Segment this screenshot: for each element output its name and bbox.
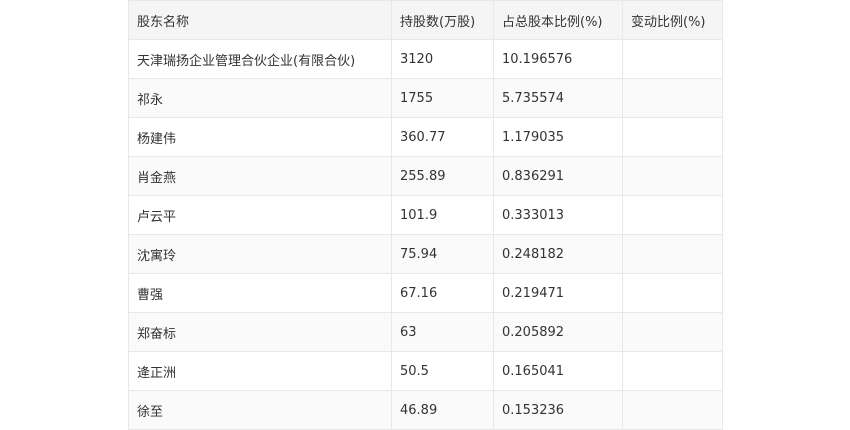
shareholder-table: 股东名称 持股数(万股) 占总股本比例(%) 变动比例(%) 天津瑞扬企业管理合…	[128, 0, 723, 430]
cell-change-ratio	[622, 195, 723, 235]
cell-shares-held: 75.94	[391, 234, 494, 274]
cell-shares-held: 101.9	[391, 195, 494, 235]
header-share-ratio: 占总股本比例(%)	[493, 0, 623, 40]
table-row: 郑奋标 63 0.205892	[128, 312, 723, 352]
cell-change-ratio	[622, 78, 723, 118]
cell-change-ratio	[622, 117, 723, 157]
header-shareholder-name: 股东名称	[128, 0, 392, 40]
cell-share-ratio: 0.219471	[493, 273, 623, 313]
cell-share-ratio: 1.179035	[493, 117, 623, 157]
cell-shareholder-name: 曹强	[128, 273, 392, 313]
cell-share-ratio: 0.836291	[493, 156, 623, 196]
cell-shareholder-name: 郑奋标	[128, 312, 392, 352]
table-header-row: 股东名称 持股数(万股) 占总股本比例(%) 变动比例(%)	[128, 0, 723, 40]
cell-share-ratio: 0.153236	[493, 390, 623, 430]
header-change-ratio: 变动比例(%)	[622, 0, 723, 40]
cell-shareholder-name: 天津瑞扬企业管理合伙企业(有限合伙)	[128, 39, 392, 79]
cell-shares-held: 255.89	[391, 156, 494, 196]
table-row: 天津瑞扬企业管理合伙企业(有限合伙) 3120 10.196576	[128, 39, 723, 79]
cell-shareholder-name: 祁永	[128, 78, 392, 118]
cell-change-ratio	[622, 351, 723, 391]
cell-change-ratio	[622, 273, 723, 313]
table-row: 曹强 67.16 0.219471	[128, 273, 723, 313]
table-row: 沈寓玲 75.94 0.248182	[128, 234, 723, 274]
table-row: 徐至 46.89 0.153236	[128, 390, 723, 430]
cell-shares-held: 360.77	[391, 117, 494, 157]
table-row: 祁永 1755 5.735574	[128, 78, 723, 118]
cell-shares-held: 1755	[391, 78, 494, 118]
cell-shares-held: 63	[391, 312, 494, 352]
table-row: 杨建伟 360.77 1.179035	[128, 117, 723, 157]
cell-shareholder-name: 沈寓玲	[128, 234, 392, 274]
cell-shares-held: 46.89	[391, 390, 494, 430]
cell-shareholder-name: 逄正洲	[128, 351, 392, 391]
cell-change-ratio	[622, 39, 723, 79]
cell-shareholder-name: 杨建伟	[128, 117, 392, 157]
cell-share-ratio: 0.333013	[493, 195, 623, 235]
cell-shareholder-name: 徐至	[128, 390, 392, 430]
cell-share-ratio: 0.248182	[493, 234, 623, 274]
table-row: 卢云平 101.9 0.333013	[128, 195, 723, 235]
cell-share-ratio: 10.196576	[493, 39, 623, 79]
table-body: 天津瑞扬企业管理合伙企业(有限合伙) 3120 10.196576 祁永 175…	[128, 39, 723, 430]
cell-shares-held: 67.16	[391, 273, 494, 313]
cell-shares-held: 50.5	[391, 351, 494, 391]
cell-change-ratio	[622, 234, 723, 274]
cell-share-ratio: 5.735574	[493, 78, 623, 118]
cell-shares-held: 3120	[391, 39, 494, 79]
cell-change-ratio	[622, 156, 723, 196]
header-shares-held: 持股数(万股)	[391, 0, 494, 40]
cell-change-ratio	[622, 312, 723, 352]
cell-shareholder-name: 肖金燕	[128, 156, 392, 196]
cell-share-ratio: 0.165041	[493, 351, 623, 391]
table-row: 逄正洲 50.5 0.165041	[128, 351, 723, 391]
cell-share-ratio: 0.205892	[493, 312, 623, 352]
cell-change-ratio	[622, 390, 723, 430]
table-row: 肖金燕 255.89 0.836291	[128, 156, 723, 196]
cell-shareholder-name: 卢云平	[128, 195, 392, 235]
